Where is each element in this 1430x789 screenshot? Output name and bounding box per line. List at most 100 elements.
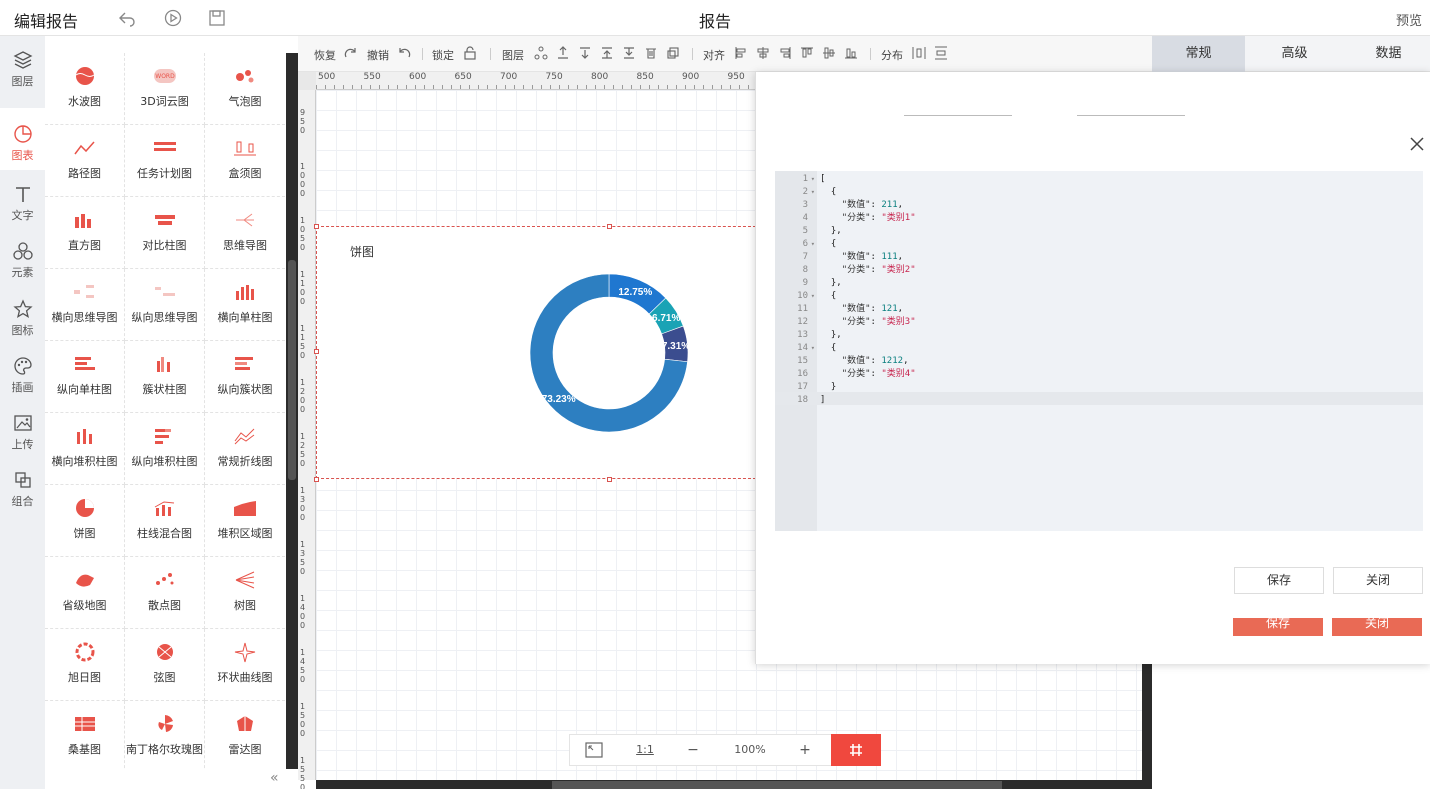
component-tile[interactable]: 直方图 bbox=[45, 197, 125, 269]
fold-toggle-icon[interactable]: ▾ bbox=[811, 342, 815, 355]
copy-icon[interactable] bbox=[666, 46, 680, 60]
fold-toggle-icon[interactable]: ▾ bbox=[811, 290, 815, 303]
component-tile[interactable]: 气泡图 bbox=[205, 53, 285, 125]
component-tile[interactable]: 弦图 bbox=[125, 629, 205, 701]
actual-size-button[interactable]: 1:1 bbox=[622, 735, 668, 765]
rail-item-charts[interactable]: 图表 bbox=[0, 108, 45, 170]
fold-toggle-icon[interactable]: ▾ bbox=[811, 186, 815, 199]
rail-item-elements[interactable]: 元素 bbox=[0, 241, 45, 297]
rail-item-text[interactable]: 文字 bbox=[0, 184, 45, 240]
component-thumbnail-icon bbox=[153, 142, 176, 151]
redo-icon[interactable] bbox=[344, 46, 358, 60]
panel-scroll-thumb[interactable] bbox=[288, 260, 296, 480]
component-tile[interactable]: 纵向堆积柱图 bbox=[125, 413, 205, 485]
component-tile[interactable]: 雷达图 bbox=[205, 701, 285, 769]
rail-item-layers[interactable]: 图层 bbox=[0, 50, 45, 106]
ruler-tick-label: 600 bbox=[409, 72, 427, 82]
component-tile[interactable]: 堆积区域图 bbox=[205, 485, 285, 557]
tab-data[interactable]: 数据 bbox=[1342, 36, 1430, 72]
component-tile[interactable]: 横向单柱图 bbox=[205, 269, 285, 341]
component-tile[interactable]: 纵向思维导图 bbox=[125, 269, 205, 341]
bring-forward-icon[interactable] bbox=[556, 46, 570, 60]
distribute-horizontal-icon[interactable] bbox=[912, 46, 926, 60]
zoom-in-button[interactable]: + bbox=[782, 735, 828, 765]
component-label: 省级地图 bbox=[62, 599, 107, 612]
component-tile[interactable]: 桑基图 bbox=[45, 701, 125, 769]
component-tile[interactable]: 南丁格尔玫瑰图 bbox=[125, 701, 205, 769]
component-tile[interactable]: 簇状柱图 bbox=[125, 341, 205, 413]
component-thumbnail-icon bbox=[235, 357, 253, 370]
close-button[interactable]: 关闭 bbox=[1333, 567, 1423, 594]
save-button[interactable]: 保存 bbox=[1234, 567, 1324, 594]
component-tile[interactable]: 旭日图 bbox=[45, 629, 125, 701]
component-tile[interactable]: 路径图 bbox=[45, 125, 125, 197]
align-center-icon[interactable] bbox=[756, 46, 770, 60]
pie-slice-label: 6.71% bbox=[652, 313, 680, 324]
component-tile[interactable]: 思维导图 bbox=[205, 197, 285, 269]
component-tile[interactable]: 水波图 bbox=[45, 53, 125, 125]
align-top-icon[interactable] bbox=[800, 46, 814, 60]
undo-arrow-icon[interactable] bbox=[118, 9, 136, 27]
line-number: 14 ▾ bbox=[775, 342, 817, 355]
fold-toggle-icon[interactable]: ▾ bbox=[811, 238, 815, 251]
tab-advanced[interactable]: 高级 bbox=[1248, 36, 1341, 72]
dialog-tab-underline[interactable] bbox=[904, 115, 1012, 116]
component-tile[interactable]: 饼图 bbox=[45, 485, 125, 557]
grid-toggle-button[interactable] bbox=[831, 734, 881, 766]
json-code-editor[interactable]: 1 ▾[2 ▾ {3 "数值": 211, 4 "分类": "类别1" 5 }, 6 ▾ {… bbox=[775, 171, 1423, 531]
align-left-icon[interactable] bbox=[734, 46, 748, 60]
lock-button[interactable]: 锁定 bbox=[432, 47, 454, 63]
component-tile[interactable]: 横向堆积柱图 bbox=[45, 413, 125, 485]
fold-toggle-icon[interactable]: ▾ bbox=[811, 173, 815, 186]
send-backward-icon[interactable] bbox=[578, 46, 592, 60]
preview-link[interactable]: 预览 bbox=[1396, 10, 1422, 29]
send-to-back-icon[interactable] bbox=[622, 46, 636, 60]
component-tile[interactable]: 纵向单柱图 bbox=[45, 341, 125, 413]
bring-to-front-icon[interactable] bbox=[600, 46, 614, 60]
rail-item-icons[interactable]: 图标 bbox=[0, 299, 45, 355]
undo-button[interactable]: 撤销 bbox=[367, 47, 389, 63]
component-tile[interactable]: 省级地图 bbox=[45, 557, 125, 629]
play-icon[interactable] bbox=[164, 9, 182, 27]
fit-screen-button[interactable] bbox=[570, 735, 618, 765]
align-middle-icon[interactable] bbox=[822, 46, 836, 60]
rail-item-illustrations[interactable]: 插画 bbox=[0, 356, 45, 412]
lock-icon[interactable] bbox=[463, 46, 477, 60]
save-disk-icon[interactable] bbox=[208, 9, 226, 27]
line-number: 10 ▾ bbox=[775, 290, 817, 303]
close-button-red[interactable]: 关闭 bbox=[1332, 618, 1422, 636]
component-tile[interactable]: 任务计划图 bbox=[125, 125, 205, 197]
canvas-scroll-thumb[interactable] bbox=[552, 781, 1002, 789]
component-tile[interactable]: 柱线混合图 bbox=[125, 485, 205, 557]
rail-item-group[interactable]: 组合 bbox=[0, 470, 45, 526]
align-right-icon[interactable] bbox=[778, 46, 792, 60]
delete-icon[interactable] bbox=[644, 46, 658, 60]
component-thumbnail-icon bbox=[156, 357, 170, 372]
layer-structure-icon[interactable] bbox=[534, 46, 548, 60]
dialog-tab-underline[interactable] bbox=[1077, 115, 1185, 116]
component-tile[interactable]: WORD 3D词云图 bbox=[125, 53, 205, 125]
component-label: 水波图 bbox=[68, 95, 101, 108]
component-thumbnail-icon bbox=[154, 501, 174, 516]
redo-button[interactable]: 恢复 bbox=[314, 47, 336, 63]
component-tile[interactable]: 纵向簇状图 bbox=[205, 341, 285, 413]
ruler-tick-label: 550 bbox=[363, 72, 381, 82]
rail-item-upload[interactable]: 上传 bbox=[0, 413, 45, 469]
component-tile[interactable]: 树图 bbox=[205, 557, 285, 629]
align-bottom-icon[interactable] bbox=[844, 46, 858, 60]
zoom-out-button[interactable]: − bbox=[670, 735, 716, 765]
undo-icon[interactable] bbox=[397, 46, 411, 60]
component-tile[interactable]: 环状曲线图 bbox=[205, 629, 285, 701]
component-tile[interactable]: 横向思维导图 bbox=[45, 269, 125, 341]
line-number-text: 7 bbox=[802, 252, 808, 262]
component-tile[interactable]: 盒须图 bbox=[205, 125, 285, 197]
component-tile[interactable]: 散点图 bbox=[125, 557, 205, 629]
save-button-red[interactable]: 保存 bbox=[1233, 618, 1323, 636]
tab-general[interactable]: 常规 bbox=[1152, 36, 1245, 72]
component-tile[interactable]: 常规折线图 bbox=[205, 413, 285, 485]
collapse-panel-icon[interactable]: « bbox=[270, 770, 279, 786]
component-label: 环状曲线图 bbox=[217, 671, 273, 684]
close-icon[interactable] bbox=[1409, 136, 1425, 152]
distribute-vertical-icon[interactable] bbox=[934, 46, 948, 60]
component-tile[interactable]: 对比柱图 bbox=[125, 197, 205, 269]
